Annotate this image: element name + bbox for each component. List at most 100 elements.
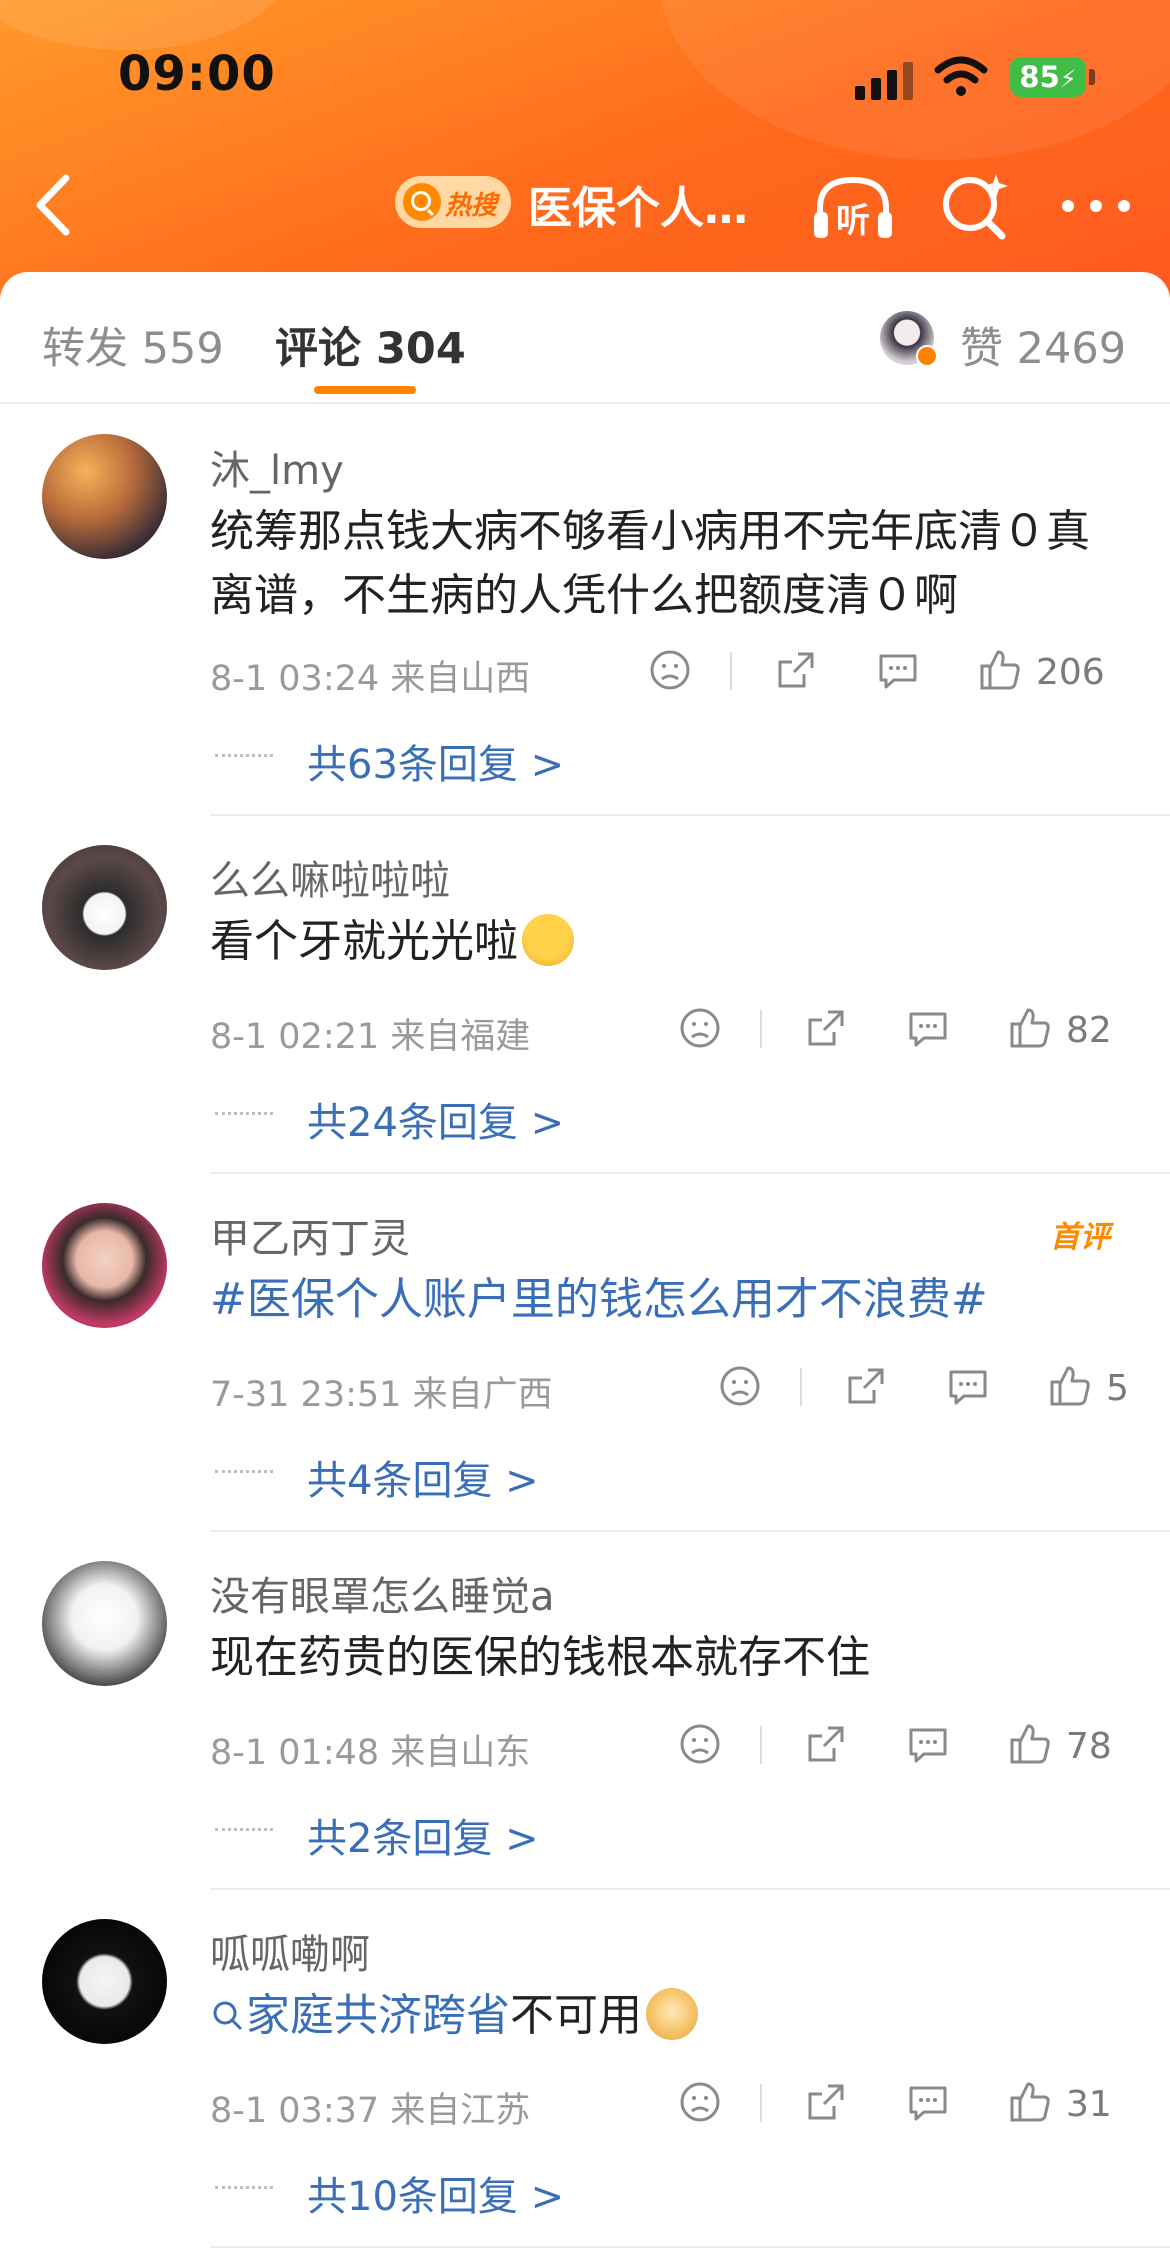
comment-divider [210,2246,1170,2248]
liker-avatar[interactable] [880,311,938,367]
like-count: 206 [1036,652,1105,693]
reply-comment-icon[interactable] [906,2080,950,2124]
tab-comments[interactable]: 评论 304 [275,314,466,376]
user-avatar[interactable] [42,1561,167,1686]
share-icon[interactable] [774,648,818,692]
user-avatar[interactable] [42,434,167,559]
comment-actions: 78 [678,1722,1128,1772]
share-icon[interactable] [804,2080,848,2124]
search-keyword-link[interactable]: 家庭共济跨省 [210,1990,510,2041]
hot-search-badge[interactable]: 热搜 [395,176,511,228]
action-divider [760,1010,762,1048]
listen-headphones-icon[interactable]: 听 [810,172,896,242]
dislike-face-icon[interactable] [678,1722,722,1766]
comment-meta: 7-31 23:51 来自广西 [210,1375,553,1415]
comment-username[interactable]: 呱呱嘞啊 [210,1922,370,1980]
back-chevron-icon[interactable] [28,170,78,240]
view-replies-link[interactable]: 共24条回复 > [307,1090,564,1148]
user-avatar[interactable] [42,1203,167,1328]
comment-text: 家庭共济跨省不可用 [210,1984,1130,2048]
comment-username[interactable]: 沐_lmy [210,438,344,496]
reply-comment-icon[interactable] [906,1722,950,1766]
comment-divider [210,814,1170,816]
like-count: 5 [1106,1368,1129,1409]
topic-hashtag-link[interactable]: #医保个人账户里的钱怎么用才不浪费# [210,1274,988,1325]
search-sparkle-icon[interactable] [938,170,1010,242]
comment-actions: 5 [718,1364,1129,1414]
comment-username[interactable]: 甲乙丙丁灵 [210,1206,410,1264]
dislike-face-icon[interactable] [648,648,692,692]
like-thumb-icon[interactable] [1048,1364,1092,1408]
first-comment-badge: 首评 [1050,1220,1110,1255]
dislike-face-icon[interactable] [678,2080,722,2124]
comment-divider [210,1172,1170,1174]
replies-dots [215,2186,273,2193]
action-divider [760,2084,762,2122]
action-divider [730,652,732,690]
cellular-signal-icon [855,60,917,100]
view-replies-link[interactable]: 共63条回复 > [307,732,564,790]
crying-face-emoji [522,914,574,966]
replies-dots [215,1828,273,1835]
comment-username[interactable]: 么么嘛啦啦啦 [210,848,450,906]
battery-indicator: 85⚡ [1010,57,1086,97]
wifi-icon [934,56,988,96]
svg-text:听: 听 [836,201,870,241]
like-thumb-icon[interactable] [1008,2080,1052,2124]
comment-meta: 8-1 03:24 来自山西 [210,650,530,701]
user-avatar[interactable] [42,1919,167,2044]
comment-location: 来自山西 [390,659,531,699]
comment-actions: 206 [648,648,1128,698]
view-replies-link[interactable]: 共4条回复 > [307,1448,539,1506]
replies-dots [215,1112,273,1119]
tab-likes[interactable]: 赞 2469 [960,314,1126,376]
action-divider [760,1726,762,1764]
comment-divider [210,1888,1170,1890]
comment-divider [210,1530,1170,1532]
share-icon[interactable] [804,1006,848,1050]
comment-username[interactable]: 没有眼罩怎么睡觉a [210,1564,555,1622]
action-divider [800,1368,802,1406]
share-icon[interactable] [844,1364,888,1408]
like-count: 82 [1066,1010,1112,1051]
reply-comment-icon[interactable] [876,648,920,692]
battery-cap [1089,69,1095,85]
like-count: 78 [1066,1726,1112,1767]
page-title[interactable]: 医保个人… [528,172,768,236]
comment-time: 8-1 03:24 [210,659,380,699]
active-tab-indicator [314,386,416,394]
replies-dots [215,754,273,761]
status-time: 09:00 [118,46,276,102]
hot-search-label: 热搜 [445,191,498,221]
replies-dots [215,1470,273,1477]
comment-text: 现在药贵的医保的钱根本就存不住 [210,1632,870,1683]
share-icon[interactable] [804,1722,848,1766]
reply-comment-icon[interactable] [906,1006,950,1050]
comment-actions: 31 [678,2080,1128,2130]
header-decoration [0,0,290,50]
comment-actions: 82 [678,1006,1128,1056]
tab-bar: 转发 559 评论 304 赞 2469 [0,272,1170,404]
search-icon [403,183,441,221]
like-thumb-icon[interactable] [1008,1006,1052,1050]
like-thumb-icon[interactable] [978,648,1022,692]
like-count: 31 [1066,2084,1112,2125]
comment-meta: 8-1 03:37 来自江苏 [210,2091,531,2131]
view-replies-link[interactable]: 共2条回复 > [307,1806,539,1864]
comment-text: #医保个人账户里的钱怎么用才不浪费# [210,1268,1130,1332]
comment-text: 统筹那点钱大病不够看小病用不完年底清０真离谱，不生病的人凭什么把额度清０啊 [210,506,1090,621]
comment-meta: 8-1 02:21 来自福建 [210,1017,531,1057]
tab-repost[interactable]: 转发 559 [42,314,224,376]
dislike-face-icon[interactable] [678,1006,722,1050]
more-options-icon[interactable] [1062,200,1132,212]
comment-text: 看个牙就光光啦 [210,910,1130,974]
view-replies-link[interactable]: 共10条回复 > [307,2164,564,2222]
comment-meta: 8-1 01:48 来自山东 [210,1733,531,1773]
doge-emoji [646,1988,698,2040]
reply-comment-icon[interactable] [946,1364,990,1408]
user-avatar[interactable] [42,845,167,970]
top-header: 09:00 85⚡ 热搜 医保个人… 听 [0,0,1170,300]
like-thumb-icon[interactable] [1008,1722,1052,1766]
dislike-face-icon[interactable] [718,1364,762,1408]
search-icon [213,2001,242,2030]
